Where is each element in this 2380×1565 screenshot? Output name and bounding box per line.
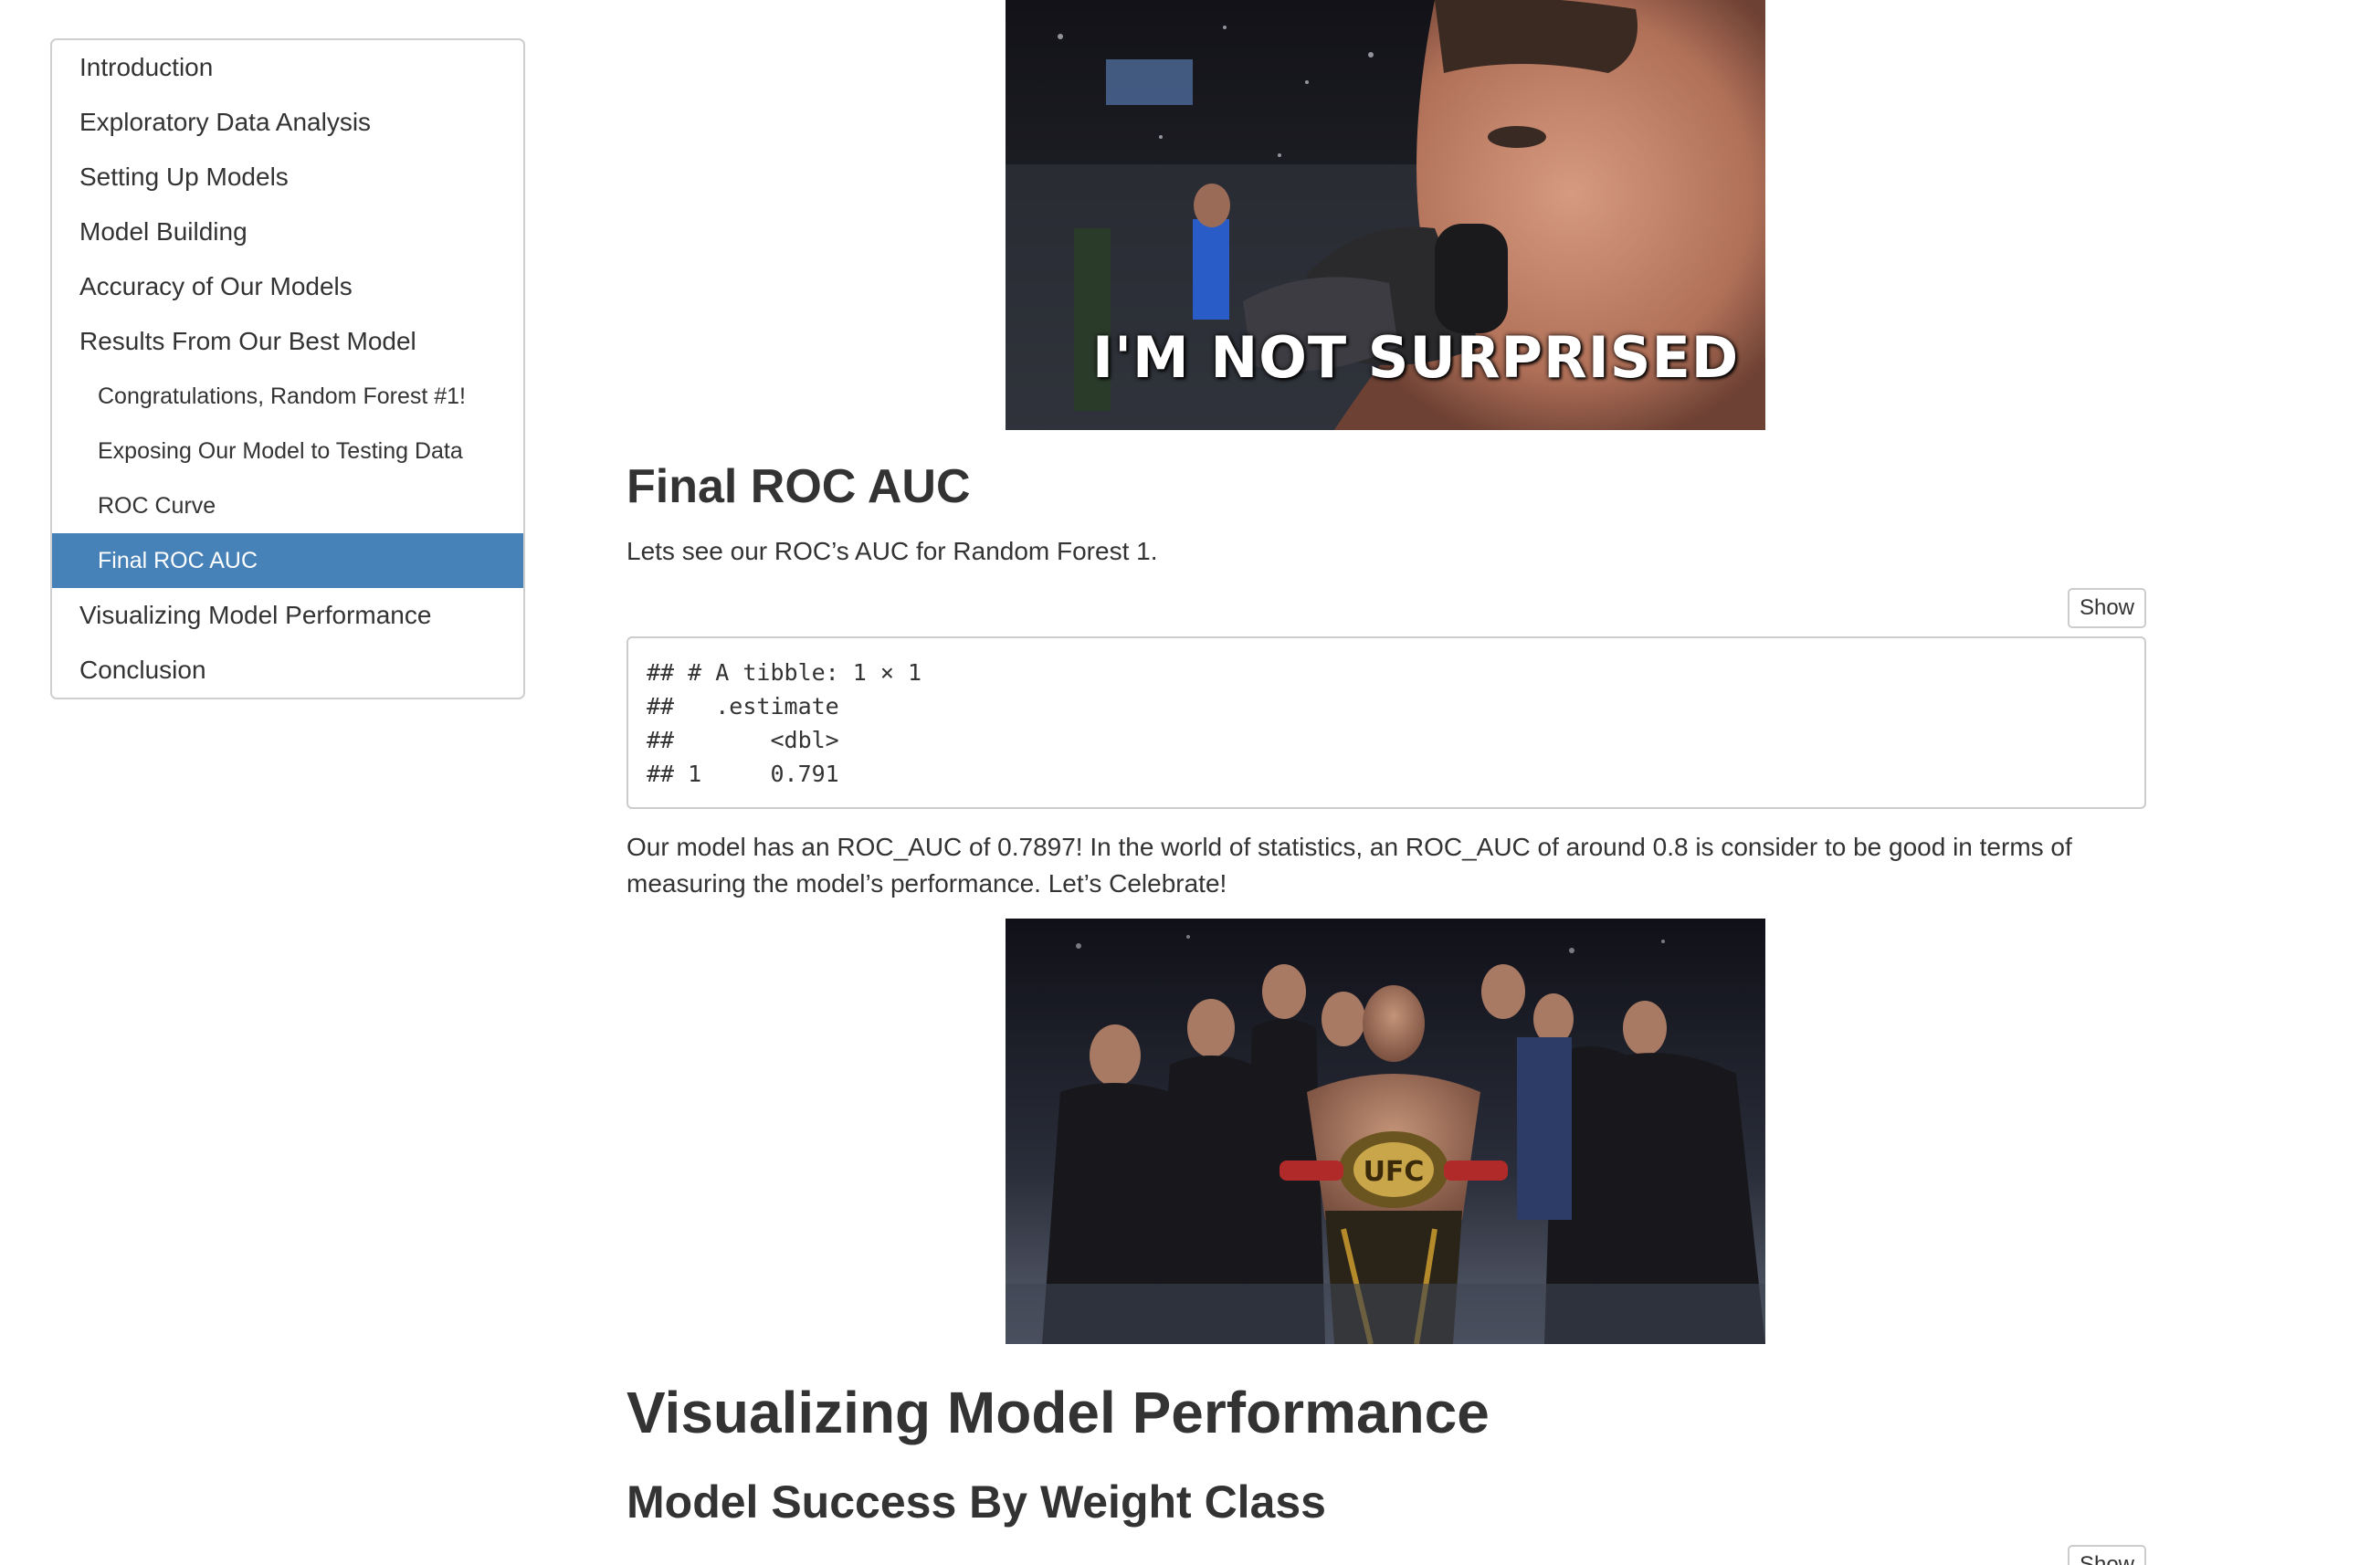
output-line: ## .estimate [647, 693, 839, 719]
celebration-gif-drawing: UFC [1006, 919, 1765, 1344]
section-lead: Lets see our ROC’s AUC for Random Forest… [627, 537, 1158, 565]
toc-item-visualizing-model-performance[interactable]: Visualizing Model Performance [52, 588, 523, 643]
output-line: ## # A tibble: 1 × 1 [647, 659, 922, 686]
toc-item-congratulations[interactable]: Congratulations, Random Forest #1! [52, 369, 523, 424]
gif-caption: I'M NOT SURPRISED [1092, 324, 1740, 391]
table-of-contents: Introduction Exploratory Data Analysis S… [50, 38, 525, 699]
celebration-gif: UFC [1006, 919, 1765, 1344]
output-line: ## 1 0.791 [647, 761, 839, 787]
section-body-text: Our model has an ROC_AUC of 0.7897! In t… [627, 833, 2072, 898]
toc-item-final-roc-auc[interactable]: Final ROC AUC [52, 533, 523, 588]
output-line: ## <dbl> [647, 727, 839, 753]
weight-class-heading: Model Success By Weight Class [627, 1476, 1326, 1528]
toc-item-conclusion[interactable]: Conclusion [52, 643, 523, 698]
toc-item-roc-curve[interactable]: ROC Curve [52, 478, 523, 533]
not-surprised-gif: I'M NOT SURPRISED [1006, 0, 1765, 430]
toc-item-setting-up-models[interactable]: Setting Up Models [52, 150, 523, 205]
toc-item-exposing-testing-data[interactable]: Exposing Our Model to Testing Data [52, 424, 523, 478]
section-title: Final ROC AUC [627, 460, 971, 513]
code-output: ## # A tibble: 1 × 1 ## .estimate ## <db… [627, 636, 2146, 809]
toc-item-exploratory-data-analysis[interactable]: Exploratory Data Analysis [52, 95, 523, 150]
toc-item-introduction[interactable]: Introduction [52, 40, 523, 95]
visualizing-performance-heading: Visualizing Model Performance [627, 1380, 1490, 1445]
show-code-button-2[interactable]: Show [2068, 1545, 2146, 1565]
toc-item-accuracy-of-models[interactable]: Accuracy of Our Models [52, 259, 523, 314]
show-code-button[interactable]: Show [2068, 588, 2146, 628]
toc-item-model-building[interactable]: Model Building [52, 205, 523, 259]
toc-item-results-best-model[interactable]: Results From Our Best Model [52, 314, 523, 369]
belt-text: UFC [1364, 1156, 1425, 1188]
